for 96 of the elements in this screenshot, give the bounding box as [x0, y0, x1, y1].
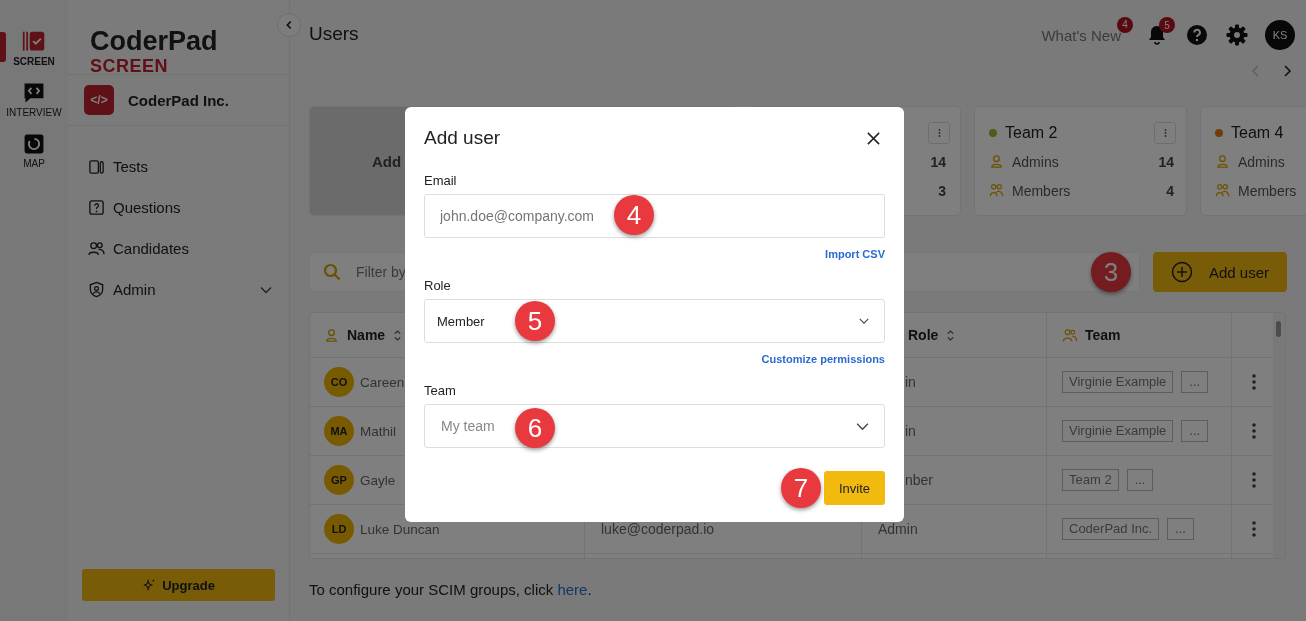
- question-icon: [88, 199, 105, 216]
- user-role: Admin: [878, 521, 918, 537]
- org-logo: </>: [84, 85, 114, 115]
- here-link[interactable]: here: [557, 581, 588, 598]
- column-header[interactable]: Role: [908, 327, 939, 343]
- user-name: Luke Duncan: [360, 521, 440, 537]
- nav-item[interactable]: Admin: [88, 269, 273, 310]
- more-teams-button[interactable]: ...: [1126, 469, 1154, 491]
- page-title: Users: [309, 23, 359, 45]
- scim-note: To configure your SCIM groups, click here.: [309, 581, 593, 598]
- chevron-right-icon[interactable]: [1281, 64, 1293, 78]
- user-avatar[interactable]: KS: [1265, 20, 1295, 50]
- rail-item[interactable]: SCREEN: [0, 30, 68, 67]
- admins-label: Admins: [1238, 153, 1286, 170]
- import-csv-link[interactable]: Import CSV: [825, 248, 885, 260]
- user-name: Gayle: [360, 472, 396, 488]
- more-icon[interactable]: [1250, 422, 1257, 440]
- user-avatar: MA: [324, 416, 354, 446]
- sparkle-icon: [142, 578, 157, 592]
- person-icon: [1215, 154, 1230, 169]
- field-label: Role: [424, 278, 451, 293]
- notification-badge: 5: [1159, 17, 1175, 33]
- more-icon: [937, 128, 941, 138]
- team-name: Team 2: [1005, 124, 1059, 142]
- brand-name: CoderPad: [90, 26, 218, 56]
- field-label: Email: [424, 173, 457, 188]
- nav-item[interactable]: Tests: [88, 146, 273, 187]
- brand-product: SCREEN: [90, 56, 168, 76]
- code-chat-icon: [22, 81, 46, 105]
- user-role: in: [905, 423, 916, 439]
- rail-item[interactable]: INTERVIEW: [0, 81, 68, 118]
- plus-circle-icon: [1171, 261, 1193, 283]
- customize-permissions-link[interactable]: Customize permissions: [761, 353, 885, 365]
- user-name: Mathil: [360, 423, 396, 439]
- scrollbar[interactable]: [1273, 313, 1285, 558]
- admins-label: Admins: [1012, 153, 1060, 170]
- collapse-button[interactable]: [277, 13, 301, 37]
- shield-icon: [88, 281, 105, 298]
- team-name: Team 4: [1231, 124, 1285, 142]
- user-avatar: CO: [324, 367, 354, 397]
- more-icon: [1163, 128, 1167, 138]
- field-label: Team: [424, 383, 456, 398]
- members-count: 3: [938, 182, 947, 199]
- team-tag: Virginie Example: [1062, 420, 1174, 442]
- admins-count: 14: [930, 153, 947, 170]
- settings-icon[interactable]: [1225, 23, 1249, 47]
- people-icon: [1215, 183, 1230, 198]
- user-avatar: LD: [324, 514, 354, 544]
- close-icon[interactable]: [866, 130, 881, 146]
- dialog-title: Add user: [424, 127, 501, 149]
- help-icon[interactable]: [1185, 23, 1209, 47]
- upgrade-button[interactable]: Upgrade: [82, 569, 275, 601]
- org-name: CoderPad Inc.: [128, 91, 229, 109]
- nav-item[interactable]: Candidates: [88, 228, 273, 269]
- more-teams-button[interactable]: ...: [1181, 420, 1209, 442]
- more-icon[interactable]: [1250, 471, 1257, 489]
- more-teams-button[interactable]: ...: [1167, 518, 1194, 540]
- map-icon: [22, 132, 46, 156]
- admins-count: 14: [1158, 153, 1175, 170]
- team-tag: CoderPad Inc.: [1062, 518, 1160, 540]
- add-user-button[interactable]: Add user: [1153, 252, 1287, 292]
- step-callout: 6: [515, 408, 555, 448]
- clipboard-icon: [88, 158, 105, 175]
- user-name: Careen: [360, 374, 405, 390]
- person-icon: [324, 327, 339, 343]
- team-tag: Team 2: [1062, 469, 1119, 491]
- members-count: 4: [1166, 182, 1175, 199]
- user-role: nber: [905, 472, 934, 488]
- role-select[interactable]: Member 5: [424, 299, 885, 343]
- people-icon: [989, 183, 1004, 198]
- team-tag: Virginie Example: [1062, 371, 1174, 393]
- checklist-icon: [22, 30, 46, 54]
- column-header[interactable]: Name: [347, 327, 386, 343]
- user-role: in: [905, 374, 916, 390]
- rail-item[interactable]: MAP: [0, 132, 68, 169]
- members-label: Members: [1012, 182, 1072, 199]
- nav-item[interactable]: Questions: [88, 187, 273, 228]
- invite-button[interactable]: Invite: [824, 471, 885, 505]
- chevron-left-icon: [284, 20, 294, 30]
- step-callout: 5: [515, 301, 555, 341]
- more-icon[interactable]: [1250, 520, 1257, 538]
- step-callout: 7: [781, 468, 821, 508]
- people-icon: [88, 240, 105, 257]
- column-header: Team: [1085, 327, 1121, 343]
- members-label: Members: [1238, 182, 1298, 199]
- sort-icon[interactable]: [946, 328, 956, 342]
- user-avatar: GP: [324, 465, 354, 495]
- person-icon: [989, 154, 1004, 169]
- more-icon[interactable]: [1250, 373, 1257, 391]
- people-icon: [1062, 327, 1077, 343]
- notification-badge: 4: [1117, 16, 1133, 33]
- more-teams-button[interactable]: ...: [1181, 371, 1209, 393]
- search-icon: [323, 263, 341, 281]
- team-select[interactable]: My team 6: [424, 404, 885, 448]
- sort-icon[interactable]: [393, 328, 403, 342]
- user-email: luke@coderpad.io: [601, 521, 715, 537]
